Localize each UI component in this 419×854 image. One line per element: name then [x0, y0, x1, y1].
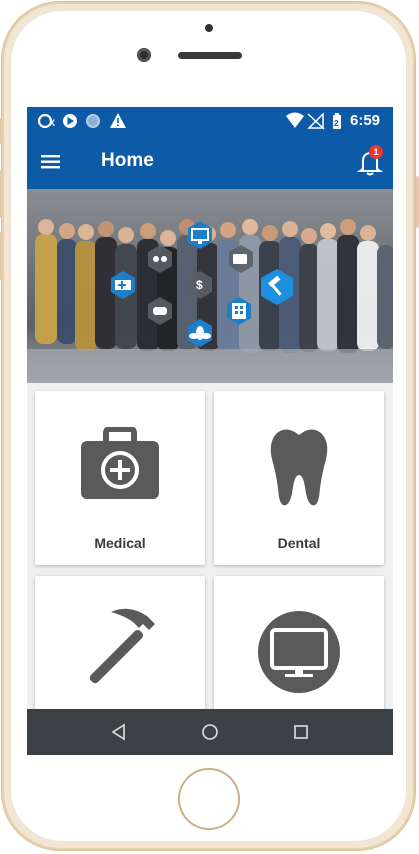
- app-bar: Home 1: [27, 135, 393, 189]
- home-icon[interactable]: [200, 722, 220, 742]
- volume-up-button: [0, 170, 3, 218]
- circle-icon: [86, 114, 100, 128]
- status-time: 6:59: [350, 112, 381, 129]
- page-title: Home: [101, 150, 154, 171]
- category-card-medical[interactable]: Medical: [35, 391, 205, 565]
- category-label: Medical: [94, 535, 146, 551]
- hammer-icon: [89, 608, 155, 684]
- hamburger-menu-icon: [41, 155, 60, 169]
- recents-icon[interactable]: [291, 722, 311, 742]
- medical-kit-icon: [81, 427, 159, 499]
- volume-down-button: [0, 232, 3, 280]
- earpiece-speaker: [178, 52, 242, 59]
- front-camera: [137, 48, 151, 62]
- hero-banner: $: [27, 189, 393, 383]
- play-icon: [63, 114, 77, 128]
- back-icon[interactable]: [109, 722, 129, 742]
- battery-icon: 2: [333, 113, 341, 129]
- no-signal-icon: [307, 112, 325, 130]
- system-nav-bar: [27, 709, 393, 755]
- svg-text:$: $: [196, 278, 203, 292]
- category-card-technology[interactable]: [214, 576, 384, 726]
- notification-badge: 1: [369, 145, 383, 159]
- monitor-icon: [258, 611, 340, 693]
- tooth-icon: [270, 429, 328, 506]
- category-card-dental[interactable]: Dental: [214, 391, 384, 565]
- workers-banner-image: $: [27, 189, 393, 383]
- proximity-sensor: [205, 24, 213, 32]
- svg-text:2: 2: [334, 119, 339, 128]
- status-bar: X 2 6:59: [27, 107, 393, 135]
- phone-home-button[interactable]: [178, 768, 240, 830]
- mute-switch: [0, 118, 3, 144]
- warning-icon: [110, 113, 126, 128]
- notifications-button[interactable]: 1: [354, 144, 386, 178]
- app-screen: X 2 6:59 Home 1 $ Medical Dental: [27, 107, 393, 755]
- notification-count: 1: [373, 147, 379, 157]
- data-saver-icon: X: [37, 113, 55, 129]
- menu-button[interactable]: [37, 148, 65, 176]
- svg-text:X: X: [49, 118, 55, 128]
- category-card-hammer[interactable]: [35, 576, 205, 726]
- category-grid: Medical Dental: [27, 383, 393, 726]
- category-label: Dental: [277, 535, 321, 551]
- wifi-icon: [286, 112, 304, 128]
